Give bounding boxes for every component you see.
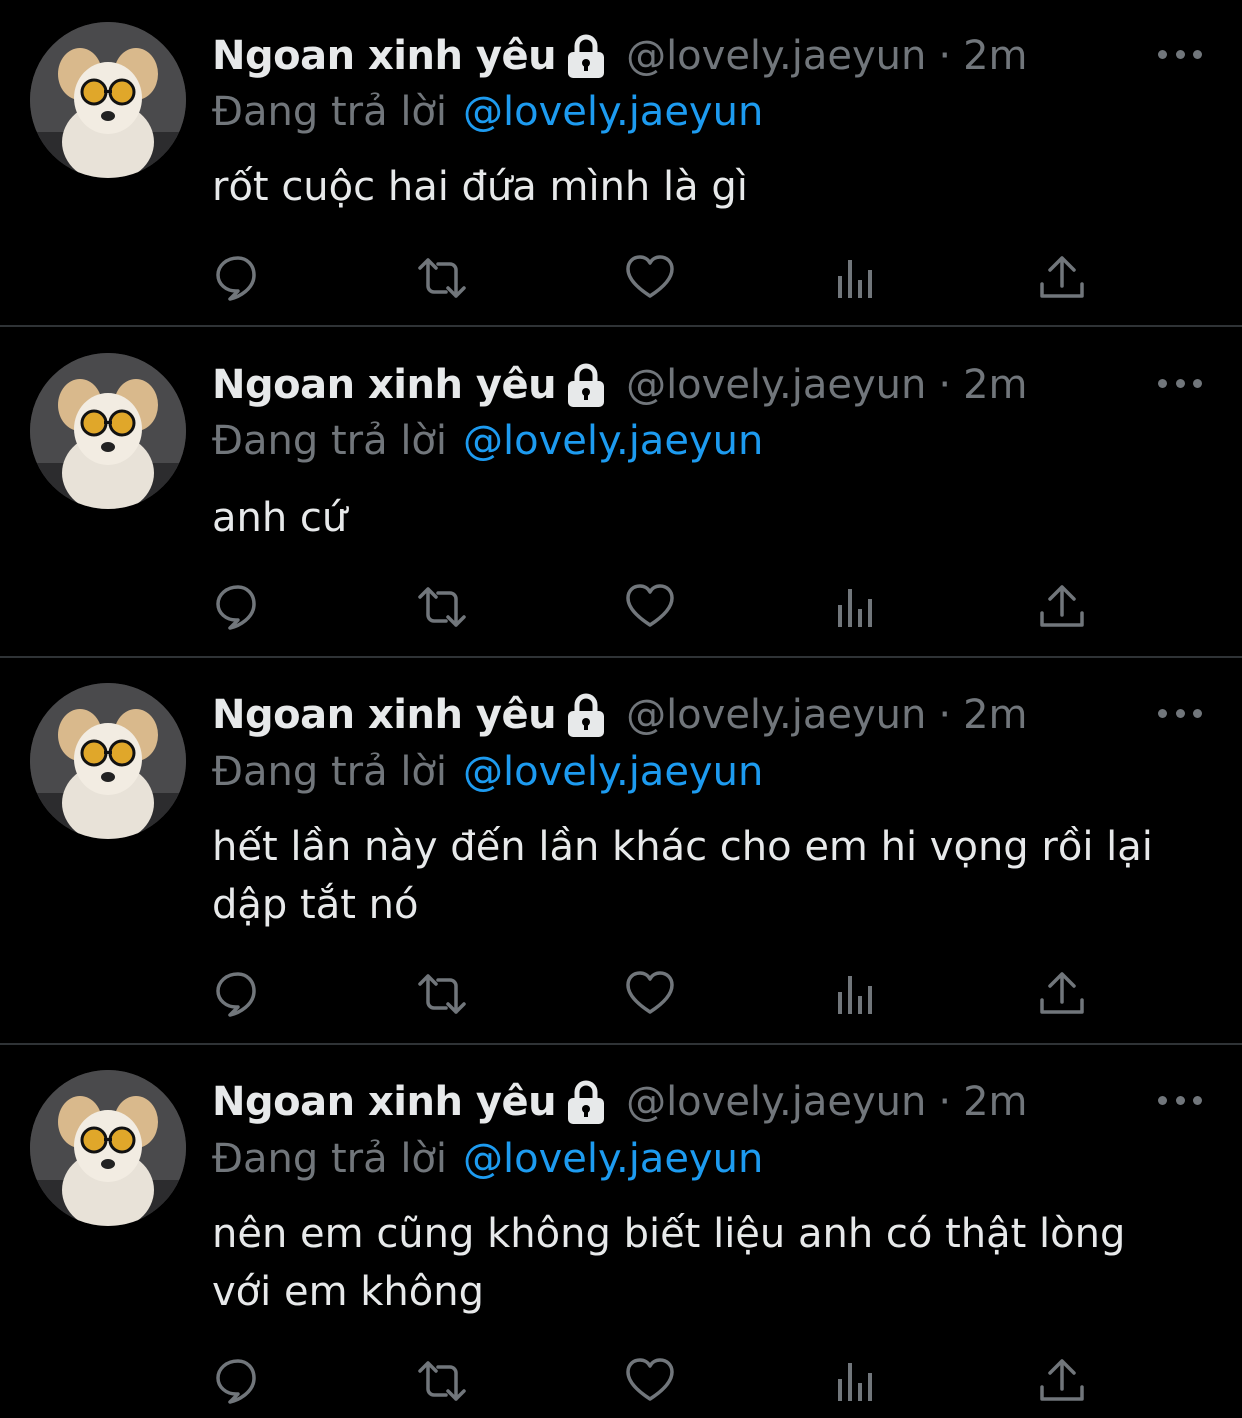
avatar[interactable] <box>30 683 186 839</box>
views-icon[interactable] <box>830 252 882 304</box>
reply-icon[interactable] <box>212 252 264 304</box>
tweet-text: rốt cuộc hai đứa mình là gì <box>212 164 748 210</box>
user-handle[interactable]: @lovely.jaeyun <box>626 692 926 738</box>
like-icon[interactable] <box>624 252 676 304</box>
dog-avatar-image <box>30 1070 186 1226</box>
tweet[interactable]: Ngoan xinh yêu @lovely.jaeyun · 2m Đang … <box>0 0 1242 326</box>
retweet-icon[interactable] <box>416 1355 468 1407</box>
share-icon[interactable] <box>1036 1355 1088 1407</box>
avatar[interactable] <box>30 1070 186 1226</box>
reply-icon[interactable] <box>212 968 264 1020</box>
tweet[interactable]: Ngoan xinh yêu @lovely.jaeyun · 2m Đang … <box>0 1045 1242 1418</box>
like-icon[interactable] <box>624 581 676 633</box>
tweet-text: nên em cũng không biết liệu anh có thật … <box>212 1211 1126 1315</box>
user-handle[interactable]: @lovely.jaeyun <box>626 33 926 79</box>
share-icon[interactable] <box>1036 252 1088 304</box>
replying-label: Đang trả lời <box>212 1136 448 1182</box>
tweet[interactable]: Ngoan xinh yêu @lovely.jaeyun · 2m Đang … <box>0 327 1242 657</box>
separator-dot: · <box>938 362 952 408</box>
action-bar <box>212 1355 1092 1407</box>
timestamp[interactable]: 2m <box>963 1079 1027 1125</box>
reply-mention-link[interactable]: @lovely.jaeyun <box>463 1136 763 1182</box>
user-handle[interactable]: @lovely.jaeyun <box>626 362 926 408</box>
more-icon[interactable] <box>1158 1090 1202 1110</box>
dog-avatar-image <box>30 353 186 509</box>
reply-mention-link[interactable]: @lovely.jaeyun <box>463 89 763 135</box>
retweet-icon[interactable] <box>416 968 468 1020</box>
display-name[interactable]: Ngoan xinh yêu <box>212 692 557 738</box>
lock-icon <box>568 1080 605 1124</box>
dog-avatar-image <box>30 22 186 178</box>
views-icon[interactable] <box>830 968 882 1020</box>
tweet[interactable]: Ngoan xinh yêu @lovely.jaeyun · 2m Đang … <box>0 658 1242 1044</box>
timestamp[interactable]: 2m <box>963 33 1027 79</box>
more-icon[interactable] <box>1158 703 1202 723</box>
separator-dot: · <box>938 692 952 738</box>
more-icon[interactable] <box>1158 44 1202 64</box>
separator-dot: · <box>938 33 952 79</box>
reply-icon[interactable] <box>212 1355 264 1407</box>
avatar[interactable] <box>30 22 186 178</box>
share-icon[interactable] <box>1036 581 1088 633</box>
action-bar <box>212 581 1092 633</box>
action-bar <box>212 968 1092 1020</box>
views-icon[interactable] <box>830 1355 882 1407</box>
user-handle[interactable]: @lovely.jaeyun <box>626 1079 926 1125</box>
tweet-text: anh cứ <box>212 495 348 541</box>
share-icon[interactable] <box>1036 968 1088 1020</box>
tweet-text: hết lần này đến lần khác cho em hi vọng … <box>212 824 1153 928</box>
retweet-icon[interactable] <box>416 581 468 633</box>
timestamp[interactable]: 2m <box>963 362 1027 408</box>
lock-icon <box>568 34 605 78</box>
retweet-icon[interactable] <box>416 252 468 304</box>
like-icon[interactable] <box>624 1355 676 1407</box>
display-name[interactable]: Ngoan xinh yêu <box>212 33 557 79</box>
display-name[interactable]: Ngoan xinh yêu <box>212 362 557 408</box>
lock-icon <box>568 363 605 407</box>
timestamp[interactable]: 2m <box>963 692 1027 738</box>
like-icon[interactable] <box>624 968 676 1020</box>
reply-icon[interactable] <box>212 581 264 633</box>
replying-label: Đang trả lời <box>212 89 448 135</box>
avatar[interactable] <box>30 353 186 509</box>
replying-label: Đang trả lời <box>212 749 448 795</box>
lock-icon <box>568 693 605 737</box>
views-icon[interactable] <box>830 581 882 633</box>
replying-label: Đang trả lời <box>212 418 448 464</box>
dog-avatar-image <box>30 683 186 839</box>
action-bar <box>212 252 1092 304</box>
more-icon[interactable] <box>1158 373 1202 393</box>
reply-mention-link[interactable]: @lovely.jaeyun <box>463 749 763 795</box>
reply-mention-link[interactable]: @lovely.jaeyun <box>463 418 763 464</box>
display-name[interactable]: Ngoan xinh yêu <box>212 1079 557 1125</box>
separator-dot: · <box>938 1079 952 1125</box>
